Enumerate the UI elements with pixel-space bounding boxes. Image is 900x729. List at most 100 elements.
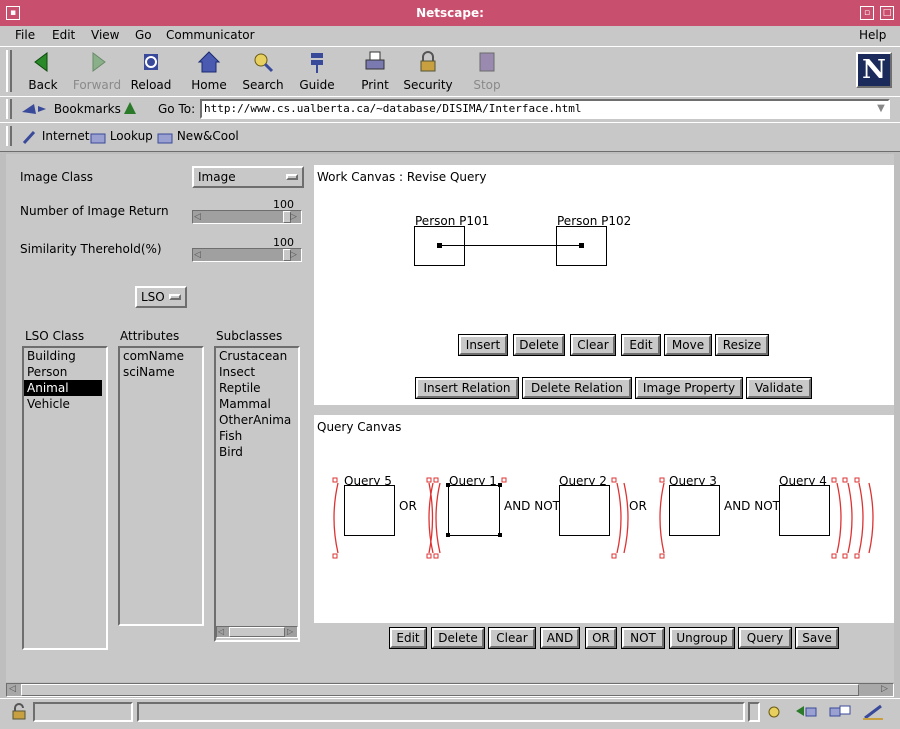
url-input[interactable]: http://www.cs.ualberta.ca/~database/DISI…: [200, 99, 890, 119]
query-delete-button[interactable]: Delete: [432, 628, 484, 648]
scroll-left-arrow-icon[interactable]: ◁: [218, 627, 224, 636]
scroll-right-arrow-icon[interactable]: ▷: [287, 627, 293, 636]
list-item[interactable]: Bird: [216, 444, 298, 460]
list-item[interactable]: sciName: [120, 364, 202, 380]
image-class-select[interactable]: Image: [192, 166, 304, 188]
discussion-icon[interactable]: [828, 703, 852, 721]
similarity-slider[interactable]: ◁ ▷: [192, 248, 302, 262]
search-button[interactable]: Search: [233, 50, 293, 92]
option-menu-indicator-icon: [169, 294, 181, 300]
forward-label: Forward: [72, 78, 122, 92]
not-button[interactable]: NOT: [622, 628, 664, 648]
page-hscrollbar[interactable]: ◁ ▷: [6, 683, 894, 697]
slider-right-arrow-icon[interactable]: ▷: [290, 212, 297, 222]
guide-icon: [311, 53, 323, 73]
slider-left-arrow-icon[interactable]: ◁: [194, 212, 201, 222]
ungroup-button[interactable]: Ungroup: [670, 628, 734, 648]
scrollbar-thumb[interactable]: [229, 627, 285, 637]
and-button[interactable]: AND: [541, 628, 579, 648]
print-button[interactable]: Print: [345, 50, 405, 92]
num-return-slider[interactable]: ◁ ▷: [192, 210, 302, 224]
query-edit-button[interactable]: Edit: [390, 628, 426, 648]
menu-edit[interactable]: Edit: [52, 28, 75, 42]
guide-button[interactable]: Guide: [287, 50, 347, 92]
slider-right-arrow-icon[interactable]: ▷: [290, 250, 297, 260]
validate-button[interactable]: Validate: [747, 378, 811, 398]
security-button[interactable]: Security: [398, 50, 458, 92]
back-button[interactable]: Back: [13, 50, 73, 92]
image-property-button[interactable]: Image Property: [636, 378, 742, 398]
attributes-list[interactable]: comName sciName: [118, 346, 204, 626]
menu-go[interactable]: Go: [135, 28, 152, 42]
personal-link-lookup[interactable]: Lookup: [90, 129, 153, 144]
personal-toolbar-grip[interactable]: [6, 126, 12, 146]
mail-icon[interactable]: [794, 703, 818, 721]
insert-button[interactable]: Insert: [459, 335, 507, 355]
right-paren: [836, 482, 842, 554]
save-button[interactable]: Save: [796, 628, 838, 648]
maximize-icon[interactable]: □: [880, 6, 894, 20]
query-clear-button[interactable]: Clear: [489, 628, 535, 648]
stop-icon: [479, 52, 495, 72]
canvas-separator: [314, 405, 894, 415]
list-item[interactable]: Building: [24, 348, 106, 364]
window-titlebar[interactable]: ▪ Netscape: ▫ □: [0, 0, 900, 26]
security-lock-icon[interactable]: [10, 703, 28, 721]
subclasses-hscrollbar[interactable]: ◁ ▷: [216, 626, 298, 638]
stop-button[interactable]: Stop: [457, 50, 517, 92]
location-grip[interactable]: [6, 99, 12, 119]
location-drag-icon[interactable]: [122, 100, 138, 116]
menu-help[interactable]: Help: [859, 28, 886, 42]
toolbar-grip[interactable]: [6, 50, 12, 92]
menu-file[interactable]: File: [15, 28, 35, 42]
menu-communicator[interactable]: Communicator: [166, 28, 255, 42]
reload-icon: [144, 54, 158, 70]
menu-view[interactable]: View: [91, 28, 119, 42]
print-label: Print: [361, 78, 389, 92]
relation-line[interactable]: [439, 245, 582, 246]
lso-class-list[interactable]: Building Person Animal Vehicle: [22, 346, 108, 650]
work-canvas[interactable]: [314, 165, 894, 405]
query-button[interactable]: Query: [739, 628, 791, 648]
personal-link-internet[interactable]: Internet: [22, 129, 89, 144]
clear-button[interactable]: Clear: [571, 335, 615, 355]
edit-button[interactable]: Edit: [622, 335, 660, 355]
home-button[interactable]: Home: [179, 50, 239, 92]
window-menu-icon[interactable]: ▪: [6, 6, 20, 20]
insert-relation-button[interactable]: Insert Relation: [416, 378, 518, 398]
subclasses-list[interactable]: Crustacean Insect Reptile Mammal OtherAn…: [214, 346, 300, 642]
print-icon: [365, 51, 385, 70]
reload-button[interactable]: Reload: [121, 50, 181, 92]
list-item[interactable]: Insect: [216, 364, 298, 380]
url-history-dropdown-icon[interactable]: ▼: [874, 101, 888, 117]
delete-button[interactable]: Delete: [514, 335, 564, 355]
list-item[interactable]: Crustacean: [216, 348, 298, 364]
list-item[interactable]: Fish: [216, 428, 298, 444]
scrollbar-thumb[interactable]: [21, 684, 859, 696]
minimize-icon[interactable]: ▫: [860, 6, 874, 20]
resize-button[interactable]: Resize: [716, 335, 768, 355]
list-item[interactable]: Mammal: [216, 396, 298, 412]
list-item[interactable]: comName: [120, 348, 202, 364]
personal-link-newcool[interactable]: New&Cool: [157, 129, 239, 144]
composer-icon[interactable]: [861, 703, 885, 721]
scroll-right-arrow-icon[interactable]: ▷: [881, 684, 888, 694]
or-button[interactable]: OR: [586, 628, 616, 648]
bookmarks-label: Bookmarks: [53, 102, 121, 116]
lso-select[interactable]: LSO: [135, 286, 187, 308]
navigator-icon[interactable]: [764, 703, 784, 721]
netscape-logo-icon[interactable]: N: [856, 52, 892, 88]
forward-button[interactable]: Forward: [67, 50, 127, 92]
bookmarks-button[interactable]: Bookmarks: [20, 100, 121, 118]
list-item[interactable]: OtherAnima: [216, 412, 298, 428]
slider-left-arrow-icon[interactable]: ◁: [194, 250, 201, 260]
scroll-left-arrow-icon[interactable]: ◁: [9, 684, 16, 694]
status-divider: [748, 702, 760, 722]
delete-relation-button[interactable]: Delete Relation: [523, 378, 631, 398]
list-item[interactable]: Reptile: [216, 380, 298, 396]
list-item-selected[interactable]: Animal: [24, 380, 102, 396]
personal-link-newcool-label: New&Cool: [176, 129, 239, 143]
move-button[interactable]: Move: [665, 335, 711, 355]
list-item[interactable]: Vehicle: [24, 396, 106, 412]
list-item[interactable]: Person: [24, 364, 106, 380]
